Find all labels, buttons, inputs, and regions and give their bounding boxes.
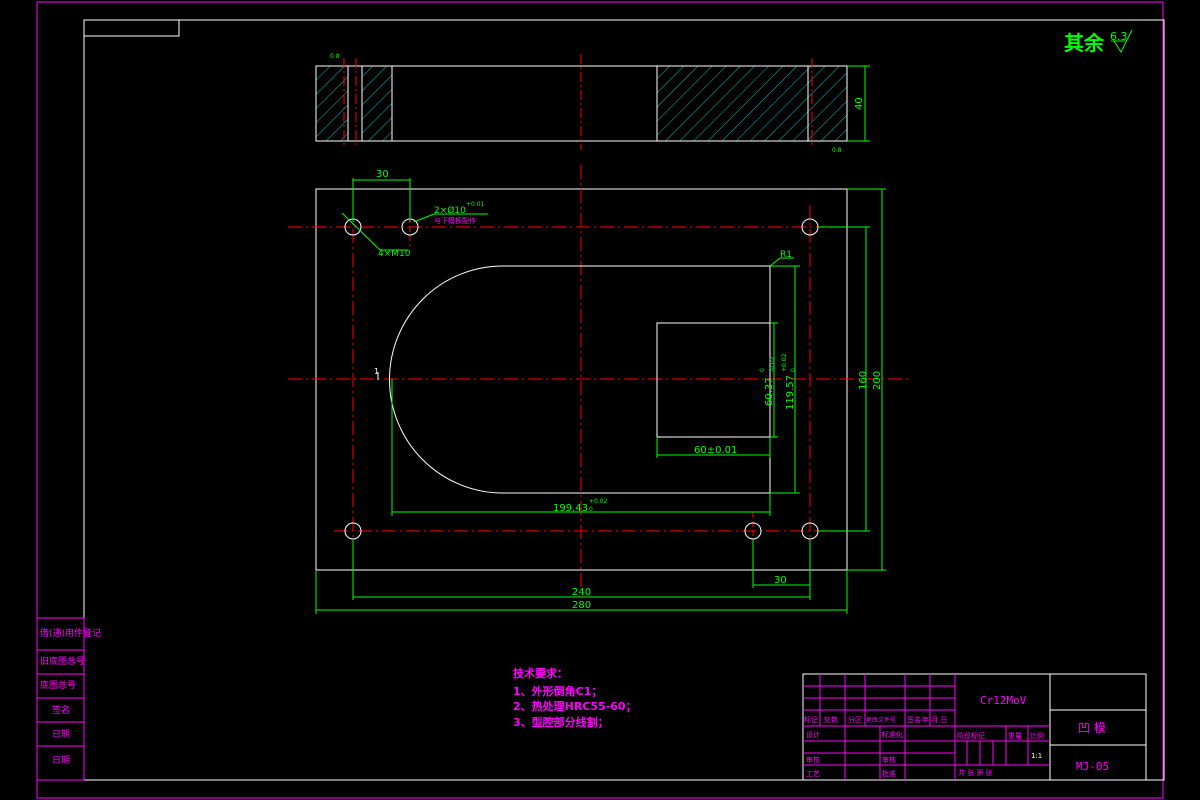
opening-height-tol-low: 0 xyxy=(790,368,797,372)
hdr-count: 处数 xyxy=(824,715,838,724)
hole-pitch-dim: 30 xyxy=(376,169,389,180)
opening-height-tol-up: +0.02 xyxy=(781,353,788,372)
lbl-weight: 重量 xyxy=(1008,732,1022,740)
surface-finish-label: 其余 xyxy=(1064,31,1105,55)
hole-span-y-dim: 160 xyxy=(858,371,869,390)
hatch-left-a xyxy=(316,66,348,141)
small-height-tol-low: -0.02 xyxy=(769,356,776,372)
hdr-mark: 标记 xyxy=(804,715,818,724)
lbl-review: 审核 xyxy=(806,755,820,764)
side-mark: 1 xyxy=(374,367,379,376)
material-label: Cr12MoV xyxy=(980,694,1027,707)
left-strip: 借(通)用件登记 旧底图总号 底图总号 签名 日期 日期 xyxy=(36,617,101,781)
small-height-dim: 60.37 xyxy=(764,377,775,406)
lbl-audit: 审核 xyxy=(882,755,896,764)
lbl-sheets: 共 张 第 张 xyxy=(958,768,993,777)
plan-view: 1 30 2×Ø10 +0.01 与下模板配作 4×M10 R1 60.37 0… xyxy=(288,165,908,614)
hole-span-x-dim: 240 xyxy=(572,587,591,598)
hdr-date: 年 月 日 xyxy=(922,715,947,724)
opening-height-dim: 119.57 xyxy=(785,375,796,410)
hdr-change: 更改文件号 xyxy=(866,716,896,724)
tech-notes: 技术要求： 1、外形倒角C1； 2、热处理HRC55-60； 3、型腔部分线割； xyxy=(513,666,637,729)
lbl-standard: 标准化 xyxy=(882,730,903,739)
lbl-scale: 比例 xyxy=(1030,731,1044,740)
section-view: 40 0.8 0.8 xyxy=(315,53,870,154)
tech-note-2: 2、热处理HRC55-60； xyxy=(513,699,637,713)
opening-length-tol-up: +0.02 xyxy=(589,498,608,505)
drawing-sheet: 借(通)用件登记 旧底图总号 底图总号 签名 日期 日期 其余 6.3 40 0… xyxy=(36,1,1165,799)
drawing-number: MJ-05 xyxy=(1076,760,1109,773)
strip-label-3: 底图总号 xyxy=(40,679,76,691)
thickness-dim: 40 xyxy=(854,97,865,110)
outer-border xyxy=(36,1,1164,799)
pin-hole-note: 与下模板配作 xyxy=(434,216,476,225)
outer-y-dim: 200 xyxy=(872,371,883,390)
strip-label-4: 签名 xyxy=(52,704,70,716)
strip-label-2: 旧底图总号 xyxy=(40,655,85,667)
bottom-offset-dim: 30 xyxy=(774,575,787,586)
hdr-sign: 签名 xyxy=(907,715,921,724)
title-block: Cr12MoV 凹 模 MJ-05 1:1 标记 处数 分区 更改文件号 签名 … xyxy=(802,673,1147,781)
strip-label-6: 日期 xyxy=(52,755,70,766)
corner-box xyxy=(83,19,180,37)
tech-note-3: 3、型腔部分线割； xyxy=(513,715,609,729)
inner-frame xyxy=(83,19,1165,781)
punch-square xyxy=(656,322,771,438)
opening-length-dim: 199.43 xyxy=(553,503,588,514)
small-width-dim: 60±0.01 xyxy=(694,445,737,456)
lbl-stage: 阶段标记 xyxy=(957,731,985,740)
outer-x-dim: 280 xyxy=(572,600,591,611)
tech-note-1: 1、外形倒角C1； xyxy=(513,684,602,698)
lbl-design: 设计 xyxy=(806,730,820,739)
hatch-left-b xyxy=(362,66,392,141)
roughness-side: 0.8 xyxy=(832,147,842,154)
opening-length-tol-low: 0 xyxy=(589,506,593,513)
hdr-zone: 分区 xyxy=(848,715,862,724)
small-height-tol-up: 0 xyxy=(759,368,766,372)
tech-notes-title: 技术要求： xyxy=(513,666,568,680)
scale-value: 1:1 xyxy=(1031,752,1042,760)
thread-callout: 4×M10 xyxy=(378,249,411,259)
lbl-approve: 批准 xyxy=(882,769,896,778)
lbl-process: 工艺 xyxy=(806,770,820,778)
strip-label-5: 日期 xyxy=(52,729,70,740)
part-name: 凹 模 xyxy=(1078,721,1106,735)
radius-callout: R1 xyxy=(780,250,792,260)
roughness-top: 0.8 xyxy=(330,53,340,60)
strip-label-1: 借(通)用件登记 xyxy=(40,627,101,639)
pin-hole-tol: +0.01 xyxy=(466,201,485,208)
hatch-right xyxy=(657,66,847,141)
pin-hole-callout: 2×Ø10 xyxy=(434,205,466,216)
